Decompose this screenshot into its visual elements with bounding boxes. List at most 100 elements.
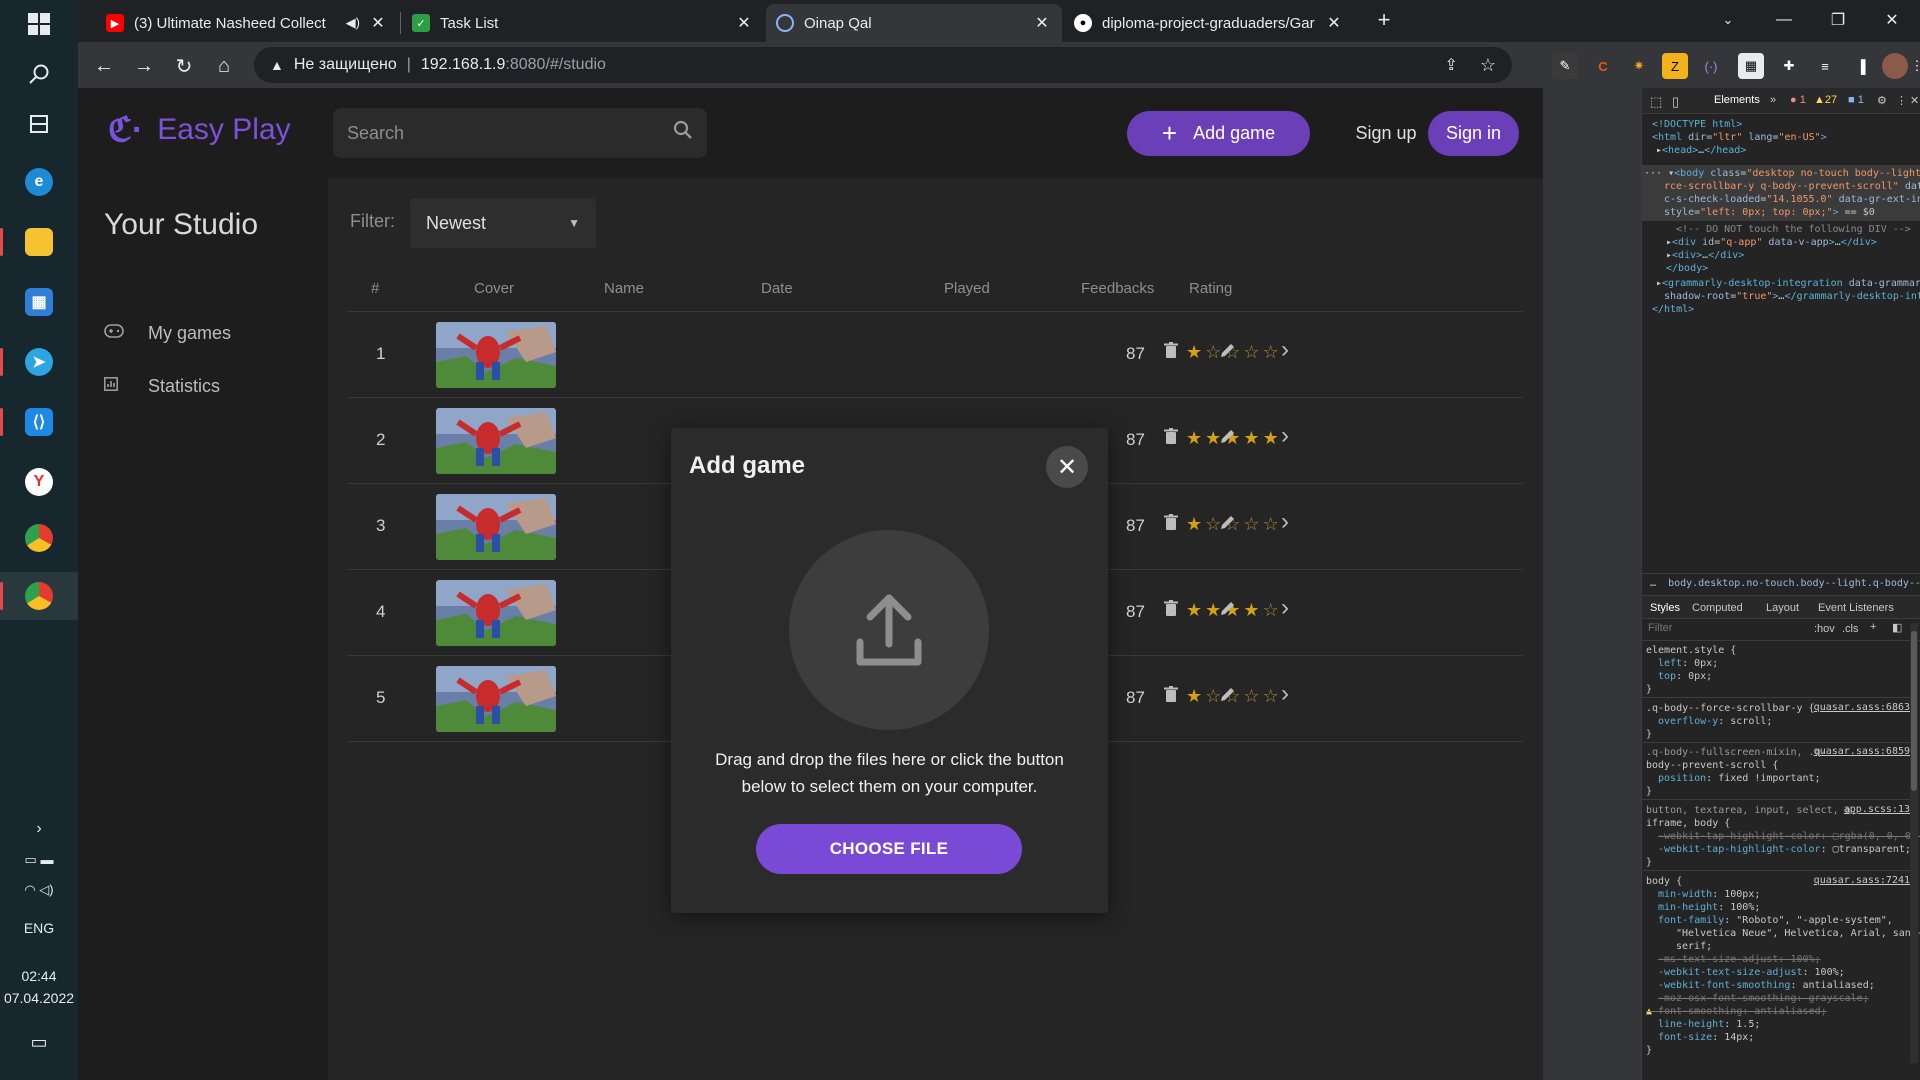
sidebar-item-my-games[interactable]: My games xyxy=(104,313,231,353)
windows-start-icon[interactable] xyxy=(0,0,78,48)
extension-pen-icon[interactable]: ✎ xyxy=(1552,53,1578,79)
sidebar-item-statistics[interactable]: Statistics xyxy=(104,366,220,406)
dom-line[interactable]: ··· ▾<body class="desktop no-touch body-… xyxy=(1644,167,1920,180)
table-row[interactable]: 1 87 ★☆☆☆☆ › xyxy=(348,312,1523,398)
chrome-profile-icon[interactable] xyxy=(0,572,78,620)
dom-line[interactable]: ▸<div>…</div> xyxy=(1666,249,1744,262)
warning-icon[interactable]: ▲ xyxy=(270,57,284,73)
delete-icon[interactable] xyxy=(1159,514,1183,535)
delete-icon[interactable] xyxy=(1159,600,1183,621)
tab-elements[interactable]: Elements xyxy=(1714,94,1760,106)
close-icon[interactable]: ✕ xyxy=(734,13,754,33)
telegram-icon[interactable]: ➤ xyxy=(0,338,78,386)
close-dialog-button[interactable]: ✕ xyxy=(1046,446,1088,488)
sign-in-button[interactable]: Sign in xyxy=(1428,111,1519,156)
microsoft-store-icon[interactable]: ▦ xyxy=(0,278,78,326)
new-tab-button[interactable]: + xyxy=(1364,6,1404,34)
warning-count[interactable]: ▲27 xyxy=(1814,94,1837,106)
forward-button[interactable]: → xyxy=(128,50,160,82)
star-icon[interactable]: ★ xyxy=(1243,600,1262,620)
address-bar[interactable]: ▲ Не защищено | 192.168.1.9:8080/#/studi… xyxy=(254,47,1512,83)
tab-layout[interactable]: Layout xyxy=(1766,602,1799,614)
choose-file-button[interactable]: CHOOSE FILE xyxy=(756,824,1022,874)
edit-icon[interactable] xyxy=(1216,428,1240,449)
star-icon[interactable]: ☆ xyxy=(1243,514,1262,534)
edit-icon[interactable] xyxy=(1216,514,1240,535)
reload-button[interactable]: ↻ xyxy=(168,50,200,82)
search-icon[interactable] xyxy=(673,120,693,146)
star-icon[interactable]: ★ xyxy=(1186,686,1205,706)
extension-z-icon[interactable]: Z xyxy=(1662,53,1688,79)
close-icon[interactable]: ✕ xyxy=(1032,13,1052,33)
dom-line[interactable]: </body> xyxy=(1666,262,1708,275)
minimize-button[interactable]: — xyxy=(1764,6,1804,34)
back-button[interactable]: ← xyxy=(88,50,120,82)
speaker-icon[interactable]: ◀) xyxy=(346,15,360,31)
cls-toggle[interactable]: .cls xyxy=(1842,623,1859,635)
dom-line[interactable]: ▸<head>…</head> xyxy=(1656,144,1746,157)
extension-brackets-icon[interactable]: (·) xyxy=(1698,53,1724,79)
star-icon[interactable]: ☆ xyxy=(1243,342,1262,362)
styles-filter-input[interactable] xyxy=(1648,622,1798,634)
more-tabs-icon[interactable]: » xyxy=(1770,94,1776,106)
edge-icon[interactable]: e xyxy=(0,158,78,206)
battery-icon[interactable]: ▭ ▬ xyxy=(0,852,78,868)
side-panel-icon[interactable]: ▐ xyxy=(1848,53,1874,79)
star-icon[interactable]: ☆ xyxy=(1243,686,1262,706)
sign-up-button[interactable]: Sign up xyxy=(1336,111,1436,156)
source-link[interactable]: quasar.sass:6859 xyxy=(1814,746,1910,757)
star-icon[interactable]: ☆ xyxy=(1480,55,1496,76)
delete-icon[interactable] xyxy=(1159,428,1183,449)
extension-c-icon[interactable]: C xyxy=(1590,53,1616,79)
maximize-button[interactable]: ❐ xyxy=(1818,6,1858,34)
dom-line[interactable]: <html dir="ltr" lang="en-US"> xyxy=(1652,131,1827,144)
device-toggle-icon[interactable]: ▯ xyxy=(1672,94,1679,110)
search-input[interactable] xyxy=(347,122,673,144)
dom-line[interactable]: ▸<div id="q-app" data-v-app>…</div> xyxy=(1666,236,1877,249)
avatar[interactable] xyxy=(1882,53,1908,79)
clock-time[interactable]: 02:44 xyxy=(0,968,78,984)
chevron-up-icon[interactable]: › xyxy=(0,820,78,838)
more-icon[interactable]: ⋮ xyxy=(1911,53,1920,79)
logo[interactable]: ℭ· Easy Play xyxy=(108,110,291,150)
star-icon[interactable]: ★ xyxy=(1186,600,1205,620)
gear-icon[interactable]: ⚙ xyxy=(1877,94,1887,107)
delete-icon[interactable] xyxy=(1159,342,1183,363)
scrollbar[interactable] xyxy=(1910,623,1918,1063)
inspect-icon[interactable]: ⬚ xyxy=(1650,94,1662,110)
chevron-right-icon[interactable]: › xyxy=(1273,508,1297,536)
edit-icon[interactable] xyxy=(1216,686,1240,707)
hov-toggle[interactable]: :hov xyxy=(1814,623,1835,635)
extension-gear-icon[interactable]: ✷ xyxy=(1626,53,1652,79)
delete-icon[interactable] xyxy=(1159,686,1183,707)
dom-line[interactable]: ▸<grammarly-desktop-integration data-gra… xyxy=(1656,277,1920,290)
dom-line[interactable]: </html> xyxy=(1652,303,1694,316)
filter-select[interactable]: Newest ▼ xyxy=(410,198,596,248)
chevron-right-icon[interactable]: › xyxy=(1273,422,1297,450)
tab-github[interactable]: ● diploma-project-graduaders/Gar ✕ xyxy=(1064,4,1354,42)
tab-computed[interactable]: Computed xyxy=(1692,602,1743,614)
add-rule-icon[interactable]: + xyxy=(1870,621,1876,633)
star-icon[interactable]: ★ xyxy=(1186,342,1205,362)
source-link[interactable]: app.scss:13 xyxy=(1844,804,1910,815)
dom-line[interactable]: <!DOCTYPE html> xyxy=(1652,118,1742,131)
source-link[interactable]: quasar.sass:7241 xyxy=(1814,875,1910,886)
tab-task-list[interactable]: ✓ Task List ✕ xyxy=(402,4,764,42)
add-game-button[interactable]: + Add game xyxy=(1127,111,1310,156)
close-icon[interactable]: ✕ xyxy=(1910,94,1919,107)
search-icon[interactable] xyxy=(0,50,78,98)
edit-icon[interactable] xyxy=(1216,342,1240,363)
styles-filter[interactable]: :hov .cls + ◧ xyxy=(1642,619,1920,641)
home-button[interactable]: ⌂ xyxy=(208,50,240,82)
yandex-icon[interactable]: Y xyxy=(0,458,78,506)
chevron-right-icon[interactable]: › xyxy=(1273,336,1297,364)
error-count[interactable]: ● 1 xyxy=(1790,94,1806,106)
file-explorer-icon[interactable] xyxy=(0,218,78,266)
chevron-right-icon[interactable]: › xyxy=(1273,680,1297,708)
star-icon[interactable]: ★ xyxy=(1243,428,1262,448)
more-icon[interactable]: ⋮ xyxy=(1896,94,1907,107)
share-icon[interactable]: ⇪ xyxy=(1444,55,1457,75)
upload-dropzone[interactable] xyxy=(789,530,989,730)
edit-icon[interactable] xyxy=(1216,600,1240,621)
scrollbar-thumb[interactable] xyxy=(1911,631,1917,791)
